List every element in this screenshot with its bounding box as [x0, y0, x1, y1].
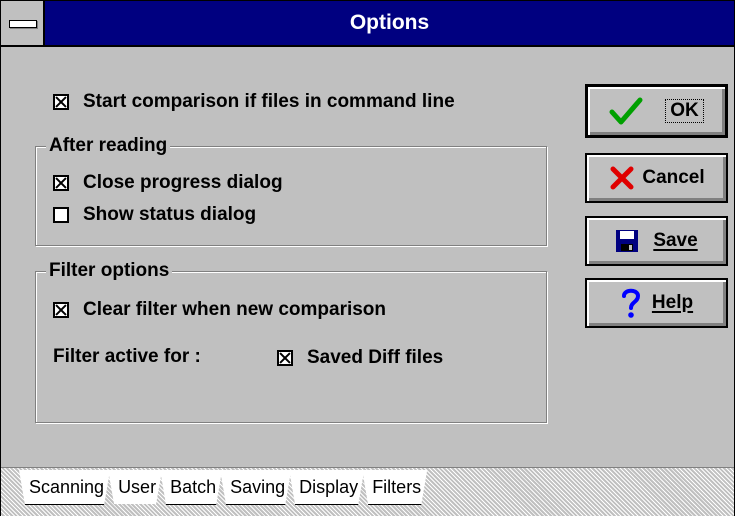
close-progress-checkbox[interactable]	[53, 175, 69, 191]
check-icon	[609, 97, 643, 125]
ok-label: OK	[665, 99, 704, 123]
window-title: Options	[349, 11, 430, 34]
clear-filter-label: Clear filter when new comparison	[83, 299, 387, 320]
help-label: Help	[651, 292, 694, 313]
after-reading-legend: After reading	[46, 136, 171, 156]
tab-display[interactable]: Display	[289, 470, 364, 505]
clear-filter-option[interactable]: Clear filter when new comparison	[53, 299, 386, 321]
start-comparison-label: Start comparison if files in command lin…	[83, 91, 455, 112]
saved-diff-checkbox[interactable]	[277, 350, 293, 366]
title-bar: Options	[1, 1, 734, 47]
save-button[interactable]: Save	[585, 216, 728, 266]
filter-active-label: Filter active for :	[53, 346, 201, 367]
tab-bar: Scanning User Batch Saving Display Filte…	[1, 467, 734, 516]
tab-scanning[interactable]: Scanning	[19, 470, 110, 505]
question-mark-icon	[621, 288, 640, 318]
filter-options-legend: Filter options	[46, 261, 173, 281]
show-status-checkbox[interactable]	[53, 207, 69, 223]
tab-saving[interactable]: Saving	[220, 470, 291, 505]
show-status-option[interactable]: Show status dialog	[53, 204, 256, 226]
floppy-disk-icon	[616, 230, 639, 252]
close-progress-label: Close progress dialog	[83, 172, 283, 193]
show-status-label: Show status dialog	[83, 204, 257, 225]
minus-icon	[9, 20, 37, 28]
close-progress-option[interactable]: Close progress dialog	[53, 172, 283, 194]
tab-batch[interactable]: Batch	[160, 470, 222, 505]
saved-diff-option[interactable]: Saved Diff files	[277, 347, 443, 369]
options-dialog: Options Start comparison if files in com…	[0, 0, 735, 516]
start-comparison-option[interactable]: Start comparison if files in command lin…	[53, 91, 455, 113]
x-icon	[610, 166, 634, 190]
tab-filters[interactable]: Filters	[362, 470, 427, 505]
cancel-button[interactable]: Cancel	[585, 153, 728, 203]
clear-filter-checkbox[interactable]	[53, 302, 69, 318]
start-comparison-checkbox[interactable]	[53, 94, 69, 110]
save-label: Save	[653, 230, 698, 251]
tab-strip: Scanning User Batch Saving Display Filte…	[19, 470, 425, 506]
cancel-label: Cancel	[642, 167, 705, 188]
tab-user[interactable]: User	[108, 470, 162, 504]
after-reading-group	[35, 146, 547, 246]
system-menu-button[interactable]	[1, 1, 45, 45]
help-button[interactable]: Help	[585, 278, 728, 328]
ok-button[interactable]: OK	[585, 84, 728, 138]
saved-diff-label: Saved Diff files	[307, 347, 444, 368]
